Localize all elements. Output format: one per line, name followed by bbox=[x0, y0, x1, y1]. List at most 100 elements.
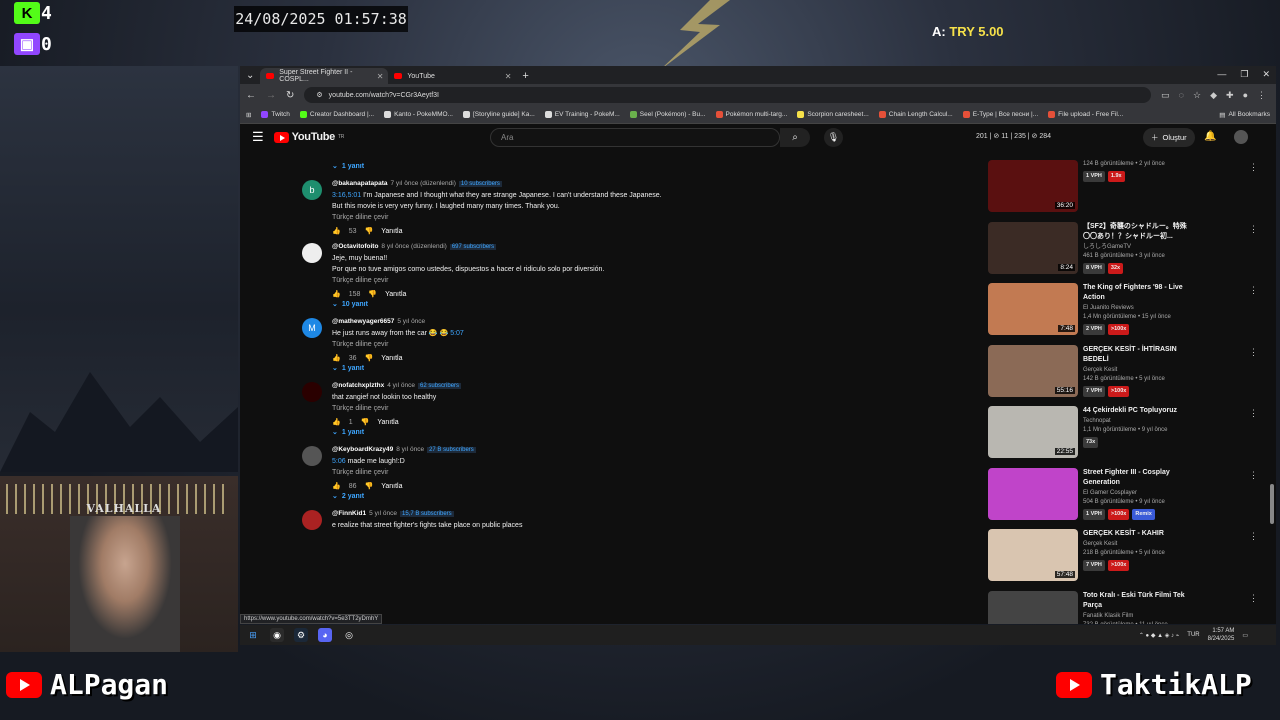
comment-avatar[interactable] bbox=[302, 510, 322, 530]
comment-time[interactable]: 5 yıl önce bbox=[397, 318, 425, 325]
obs-icon[interactable]: ◎ bbox=[342, 628, 356, 642]
comment-time[interactable]: 7 yıl önce (düzenlendi) bbox=[390, 180, 455, 187]
close-tab-icon[interactable]: ✕ bbox=[377, 72, 384, 81]
comment-author[interactable]: @nofatchxplzthx bbox=[332, 382, 384, 389]
page-scrollbar[interactable] bbox=[1270, 484, 1274, 524]
bookmark-creator-dashboard[interactable]: Creator Dashboard |... bbox=[299, 111, 374, 118]
video-title[interactable]: Toto Kralı - Eski Türk Filmi Tek Parça bbox=[1083, 591, 1193, 611]
video-thumbnail[interactable]: 22:55 bbox=[988, 406, 1078, 458]
steam-icon[interactable]: ⚙ bbox=[294, 628, 308, 642]
close-window-icon[interactable]: ✕ bbox=[1262, 69, 1270, 80]
comment-avatar[interactable] bbox=[302, 243, 322, 263]
related-video-item[interactable]: 36:20 124 B görüntüleme • 2 yıl önce 1 VPH… bbox=[988, 160, 1258, 222]
video-thumbnail[interactable]: 1:00:30 bbox=[988, 590, 1078, 624]
url-field[interactable]: ⚙ youtube.com/watch?v=CGr3Aeytf3I bbox=[304, 87, 1152, 103]
reply-button[interactable]: Yanıtla bbox=[385, 291, 406, 298]
star-icon[interactable]: ☆ bbox=[1193, 90, 1201, 101]
comment-author[interactable]: @mathewyager6657 bbox=[332, 318, 394, 325]
dislike-icon[interactable]: 👎 bbox=[361, 418, 370, 426]
video-title[interactable]: GERÇEK KESİT - İHTİRASIN BEDELİ bbox=[1083, 345, 1193, 365]
comment-avatar[interactable] bbox=[302, 446, 322, 466]
video-thumbnail[interactable]: 7:48 bbox=[988, 283, 1078, 335]
like-icon[interactable]: 👍 bbox=[332, 290, 341, 298]
bookmark-scorpion[interactable]: Scorpion caresheet... bbox=[797, 111, 869, 118]
comment-author[interactable]: @Octavitofoito bbox=[332, 243, 378, 250]
comment-avatar[interactable]: b bbox=[302, 180, 322, 200]
dislike-icon[interactable]: 👎 bbox=[365, 482, 374, 490]
like-icon[interactable]: 👍 bbox=[332, 418, 341, 426]
replies-toggle[interactable]: ⌄ 1 yanıt bbox=[300, 426, 970, 438]
video-menu-icon[interactable]: ⋮ bbox=[1249, 593, 1258, 604]
profile-icon[interactable]: ● bbox=[1243, 90, 1248, 101]
bookmark-kanto[interactable]: Kanto - PokeMMO... bbox=[384, 111, 453, 118]
tray-icons[interactable]: ⌃ ● ◆ ▲ ◈ ♪ ⌁ bbox=[1139, 632, 1179, 639]
user-avatar[interactable] bbox=[1234, 130, 1248, 144]
create-button[interactable]: ＋ Oluştur bbox=[1143, 128, 1195, 147]
related-video-item[interactable]: 8:24 【SF2】奇襲のシャドルー。特殊〇〇あり！？シャドルー初... しろしろG… bbox=[988, 221, 1258, 284]
bookmark-chain-length[interactable]: Chain Length Calcul... bbox=[878, 111, 953, 118]
apps-icon[interactable]: ⊞ bbox=[246, 111, 251, 119]
video-title[interactable]: The King of Fighters '98 - Live Action bbox=[1083, 283, 1193, 303]
minimize-icon[interactable]: — bbox=[1217, 69, 1226, 80]
video-channel[interactable]: Fanatik Klasik Film bbox=[1083, 612, 1193, 621]
reply-button[interactable]: Yanıtla bbox=[381, 355, 402, 362]
video-menu-icon[interactable]: ⋮ bbox=[1249, 531, 1258, 542]
tray-clock[interactable]: 1:57 AM 8/24/2025 bbox=[1208, 627, 1235, 643]
discord-icon[interactable]: ◕ bbox=[318, 628, 332, 642]
translate-link[interactable]: Türkçe diline çevir bbox=[332, 469, 970, 476]
video-channel[interactable]: El Juanito Reviews bbox=[1083, 304, 1193, 313]
video-title[interactable]: 【SF2】奇襲のシャドルー。特殊〇〇あり！？シャドルー初... bbox=[1083, 222, 1193, 242]
video-channel[interactable]: El Gamer Cosplayer bbox=[1083, 489, 1193, 498]
chrome-icon[interactable]: ◉ bbox=[270, 628, 284, 642]
menu-icon[interactable]: ⋮ bbox=[1257, 90, 1266, 101]
video-thumbnail[interactable]: 36:20 bbox=[988, 160, 1078, 212]
bookmark-seel[interactable]: Seel (Pokémon) - Bu... bbox=[629, 111, 706, 118]
related-video-item[interactable]: 55:16 GERÇEK KESİT - İHTİRASIN BEDELİ Gerç… bbox=[988, 344, 1258, 407]
video-channel[interactable]: しろしろGameTV bbox=[1083, 243, 1193, 252]
related-video-item[interactable]: 57:48 GERÇEK KESİT - KAHIR Gerçek Kesit 218… bbox=[988, 529, 1258, 591]
search-icon[interactable]: ⌕ bbox=[780, 128, 810, 147]
related-video-item[interactable]: Street Fighter III - Cosplay Generation E… bbox=[988, 467, 1258, 530]
video-menu-icon[interactable]: ⋮ bbox=[1249, 470, 1258, 481]
timestamp-link[interactable]: 5:07 bbox=[450, 330, 464, 337]
search-input[interactable]: Ara bbox=[490, 128, 780, 147]
replies-toggle[interactable]: ⌄ 1 yanıt bbox=[300, 160, 970, 172]
related-video-item[interactable]: 1:00:30Toto Kralı - Eski Türk Filmi Tek … bbox=[988, 590, 1258, 624]
reply-button[interactable]: Yanıtla bbox=[381, 228, 402, 235]
bookmark-e-type[interactable]: E-Type | Все песни |... bbox=[962, 111, 1038, 118]
dislike-icon[interactable]: 👎 bbox=[365, 227, 374, 235]
comment-time[interactable]: 8 yıl önce (düzenlendi) bbox=[381, 243, 446, 250]
bookmark-pokemon-multi[interactable]: Pokémon multi-targ... bbox=[715, 111, 787, 118]
translate-link[interactable]: Türkçe diline çevir bbox=[332, 277, 970, 284]
replies-toggle[interactable]: ⌄ 2 yanıt bbox=[300, 490, 970, 502]
eye-slash-icon[interactable]: ◌ bbox=[1179, 90, 1184, 101]
comment-avatar[interactable] bbox=[302, 382, 322, 402]
reply-button[interactable]: Yanıtla bbox=[377, 419, 398, 426]
translate-link[interactable]: Türkçe diline çevir bbox=[332, 214, 970, 221]
all-bookmarks[interactable]: ▤ All Bookmarks bbox=[1219, 111, 1270, 119]
tab-youtube[interactable]: YouTube ✕ bbox=[388, 68, 517, 84]
microphone-icon[interactable]: 🎙 bbox=[824, 128, 843, 147]
video-channel[interactable]: Technopat bbox=[1083, 417, 1193, 426]
close-tab-icon[interactable]: ✕ bbox=[505, 72, 512, 81]
bookmark-ev-training[interactable]: EV Training - PokeM... bbox=[544, 111, 620, 118]
timestamp-link[interactable]: 3:16,5:01 bbox=[332, 192, 361, 199]
comment-author[interactable]: @KeyboardKrazy49 bbox=[332, 446, 393, 453]
windows-start-icon[interactable]: ⊞ bbox=[246, 628, 260, 642]
maximize-icon[interactable]: ❐ bbox=[1240, 69, 1248, 80]
language-indicator[interactable]: TUR bbox=[1187, 632, 1199, 638]
like-icon[interactable]: 👍 bbox=[332, 482, 341, 490]
video-thumbnail[interactable]: 8:24 bbox=[988, 221, 1078, 274]
bookmark-storyline-guide[interactable]: [Storyline guide] Ka... bbox=[462, 111, 535, 118]
bookmark-file-upload[interactable]: File upload - Free Fil... bbox=[1048, 111, 1123, 118]
video-title[interactable]: 44 Çekirdekli PC Topluyoruz bbox=[1083, 406, 1193, 416]
video-title[interactable]: GERÇEK KESİT - KAHIR bbox=[1083, 529, 1193, 539]
replies-toggle[interactable]: ⌄ 10 yanıt bbox=[300, 298, 970, 310]
video-channel[interactable]: Gerçek Kesit bbox=[1083, 540, 1193, 549]
comment-time[interactable]: 5 yıl önce bbox=[369, 510, 397, 517]
cast-icon[interactable]: ▭ bbox=[1161, 90, 1170, 101]
new-tab-icon[interactable]: + bbox=[522, 70, 528, 82]
dislike-icon[interactable]: 👎 bbox=[365, 354, 374, 362]
video-channel[interactable]: Gerçek Kesit bbox=[1083, 366, 1193, 375]
video-thumbnail[interactable]: 55:16 bbox=[988, 344, 1078, 397]
